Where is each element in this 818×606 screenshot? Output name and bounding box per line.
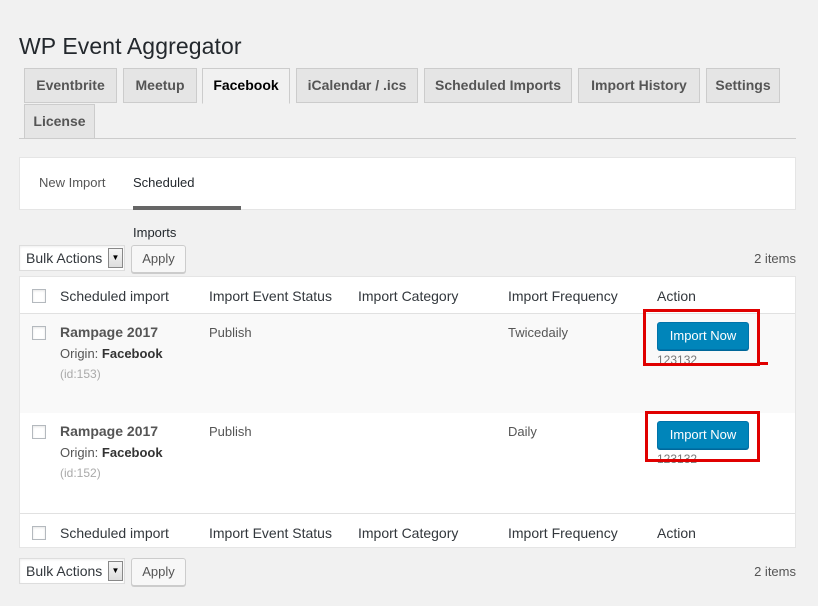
tab-scheduled-imports[interactable]: Scheduled Imports [424, 68, 572, 103]
bulk-actions-label: Bulk Actions [26, 563, 103, 579]
bulk-actions-select[interactable]: Bulk Actions ▼ [19, 245, 125, 271]
tablenav-bottom: Bulk Actions ▼ Apply 2 items [19, 558, 796, 586]
items-count: 2 items [754, 564, 796, 579]
column-footer-status: Import Event Status [209, 525, 332, 541]
origin-value: Facebook [101, 445, 163, 460]
row-frequency: Twicedaily [508, 325, 568, 340]
column-header-scheduled-import[interactable]: Scheduled import [60, 288, 169, 304]
tab-import-history[interactable]: Import History [578, 68, 700, 103]
column-footer-action: Action [657, 525, 696, 541]
tablenav-top: Bulk Actions ▼ Apply 2 items [19, 245, 796, 273]
highlight-tick [757, 362, 768, 365]
page-title: WP Event Aggregator [19, 33, 242, 60]
nav-tab-wrapper: Eventbrite Meetup Facebook iCalendar / .… [19, 68, 796, 139]
column-footer-category: Import Category [358, 525, 459, 541]
table-footer: Scheduled import Import Event Status Imp… [20, 513, 795, 550]
dropdown-arrow-icon: ▼ [108, 248, 123, 268]
row-checkbox[interactable] [32, 326, 46, 340]
origin-label: Origin: [60, 445, 99, 460]
row-frequency: Daily [508, 424, 537, 439]
select-all-checkbox[interactable] [32, 289, 46, 303]
tab-license[interactable]: License [24, 104, 95, 139]
dropdown-arrow-icon: ▼ [108, 561, 123, 581]
row-title[interactable]: Rampage 2017 [60, 423, 158, 439]
subtab-new-import[interactable]: New Import [39, 158, 105, 210]
row-origin: Origin: Facebook [60, 346, 163, 361]
tab-meetup[interactable]: Meetup [123, 68, 197, 103]
column-header-frequency: Import Frequency [508, 288, 618, 304]
apply-button[interactable]: Apply [131, 558, 186, 586]
items-count: 2 items [754, 251, 796, 266]
bulk-actions-label: Bulk Actions [26, 250, 103, 266]
origin-value: Facebook [101, 346, 163, 361]
row-title[interactable]: Rampage 2017 [60, 324, 158, 340]
column-header-category: Import Category [358, 288, 459, 304]
row-origin: Origin: Facebook [60, 445, 163, 460]
highlight-box [645, 411, 760, 462]
column-header-action: Action [657, 288, 696, 304]
tab-facebook[interactable]: Facebook [202, 68, 290, 104]
tab-settings[interactable]: Settings [706, 68, 780, 103]
row-status: Publish [209, 325, 252, 340]
row-id: (id:152) [60, 466, 101, 480]
row-id: (id:153) [60, 367, 101, 381]
column-header-status: Import Event Status [209, 288, 332, 304]
subtabs-panel: New Import Scheduled Imports [19, 157, 796, 240]
column-footer-frequency: Import Frequency [508, 525, 618, 541]
apply-button[interactable]: Apply [131, 245, 186, 273]
tab-eventbrite[interactable]: Eventbrite [24, 68, 117, 103]
tab-icalendar[interactable]: iCalendar / .ics [296, 68, 418, 103]
row-status: Publish [209, 424, 252, 439]
column-footer-scheduled-import[interactable]: Scheduled import [60, 525, 169, 541]
select-all-checkbox-footer[interactable] [32, 526, 46, 540]
highlight-box [643, 309, 760, 366]
row-checkbox[interactable] [32, 425, 46, 439]
subtab-scheduled-imports[interactable]: Scheduled Imports [133, 158, 241, 240]
origin-label: Origin: [60, 346, 99, 361]
bulk-actions-select[interactable]: Bulk Actions ▼ [19, 558, 125, 584]
